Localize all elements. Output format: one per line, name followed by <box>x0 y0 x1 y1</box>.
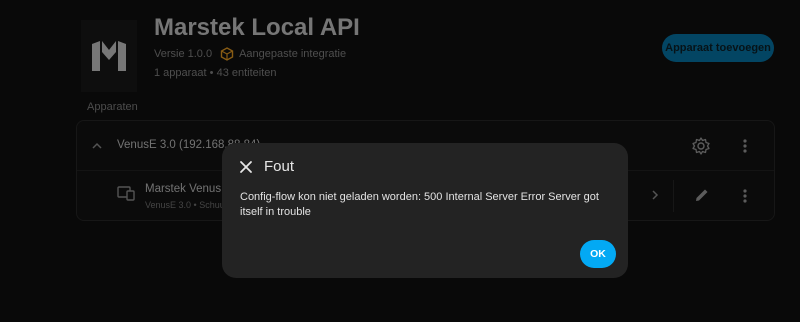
error-dialog: Fout Config-flow kon niet geladen worden… <box>222 143 628 278</box>
ok-button[interactable]: OK <box>580 240 616 268</box>
close-icon[interactable] <box>239 160 253 174</box>
dialog-message: Config-flow kon niet geladen worden: 500… <box>240 191 599 218</box>
dialog-title: Fout <box>264 158 295 175</box>
